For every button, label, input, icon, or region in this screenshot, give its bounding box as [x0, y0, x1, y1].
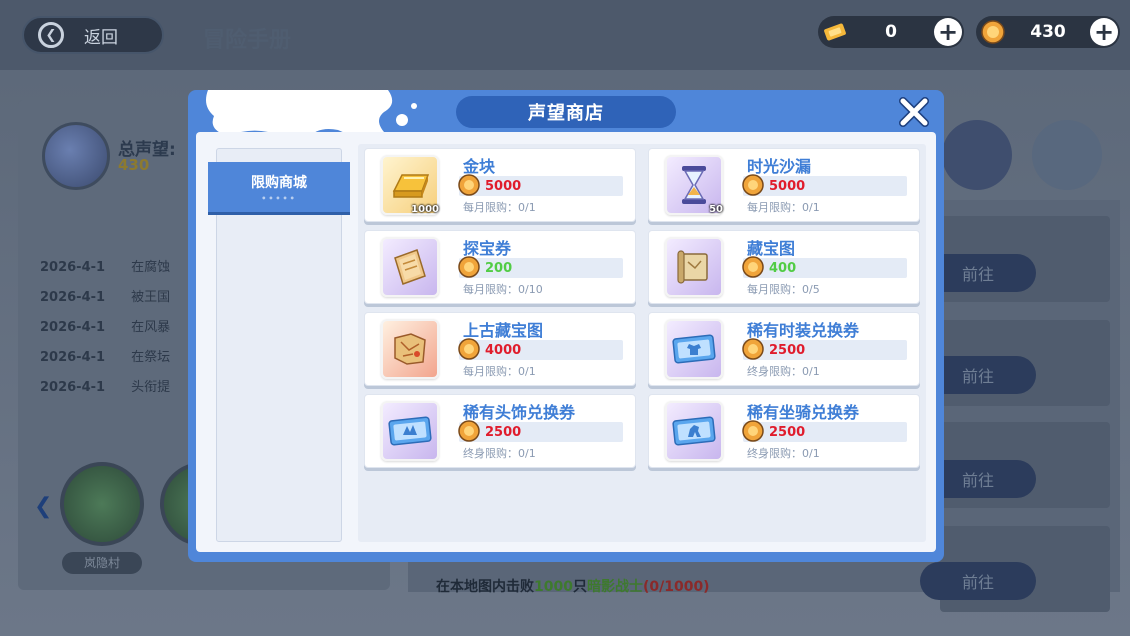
headwear-voucher-icon — [388, 416, 432, 446]
item-count: 1000 — [411, 204, 439, 215]
shop-item-card[interactable]: 稀有头饰兑换券 2500 终身限购：0/1 — [364, 394, 636, 468]
coin-icon — [981, 20, 1005, 44]
price-bar: 2500 — [742, 338, 907, 360]
purchase-limit: 每月限购：0/1 — [463, 201, 536, 214]
ticket-currency: 0 + — [818, 16, 964, 48]
map-thumbnail[interactable] — [60, 462, 144, 546]
purchase-limit: 终身限购：0/1 — [747, 447, 820, 460]
price-bar: 4000 — [458, 338, 623, 360]
item-price: 400 — [769, 260, 797, 276]
coin-icon — [742, 420, 764, 442]
purchase-limit: 每月限购：0/1 — [747, 201, 820, 214]
item-price: 5000 — [769, 178, 806, 194]
shop-item-card[interactable]: 上古藏宝图 4000 每月限购：0/1 — [364, 312, 636, 386]
shop-item-card[interactable]: 50 时光沙漏 5000 每月限购：0/1 — [648, 148, 920, 222]
purchase-limit: 每月限购：0/10 — [463, 283, 543, 296]
total-reputation-value: 430 — [118, 156, 150, 174]
reputation-shop-button[interactable] — [1032, 120, 1102, 190]
item-thumbnail — [665, 319, 723, 379]
avatar — [42, 122, 110, 190]
close-icon — [899, 97, 929, 127]
treasure-map-icon — [677, 250, 708, 284]
shop-item-card[interactable]: 稀有时装兑换券 2500 终身限购：0/1 — [648, 312, 920, 386]
back-button[interactable]: ❮ 返回 — [22, 16, 164, 54]
coin-currency: 430 + — [976, 16, 1120, 48]
page-title: 冒险手册 — [203, 27, 292, 53]
tab-label: 限购商城 — [251, 174, 307, 191]
item-price: 2500 — [769, 424, 806, 440]
item-price: 4000 — [485, 342, 522, 358]
coin-icon — [742, 338, 764, 360]
price-bar: 5000 — [458, 174, 623, 196]
go-button[interactable]: 前往 — [920, 562, 1036, 600]
shop-item-card[interactable]: 藏宝图 400 每月限购：0/5 — [648, 230, 920, 304]
item-price: 200 — [485, 260, 513, 276]
item-thumbnail — [381, 237, 439, 297]
add-coin-button[interactable]: + — [1090, 18, 1118, 46]
item-price: 5000 — [485, 178, 522, 194]
back-label: 返回 — [84, 27, 118, 48]
price-bar: 2500 — [742, 420, 907, 442]
log-entry: 2026-4-1 在风暴 — [40, 320, 171, 335]
item-thumbnail — [665, 237, 723, 297]
coin-count: 430 — [1030, 22, 1066, 42]
price-bar: 400 — [742, 256, 907, 278]
item-price: 2500 — [769, 342, 806, 358]
mount-voucher-icon — [672, 416, 716, 446]
price-bar: 200 — [458, 256, 623, 278]
tab-limited-shop[interactable]: 限购商城 ••••• — [208, 162, 350, 212]
purchase-limit: 每月限购：0/5 — [747, 283, 820, 296]
shop-item-card[interactable]: 探宝券 200 每月限购：0/10 — [364, 230, 636, 304]
shop-item-card[interactable]: 稀有坐骑兑换券 2500 终身限购：0/1 — [648, 394, 920, 468]
item-thumbnail: 50 — [665, 155, 723, 215]
ticket-icon — [824, 23, 846, 41]
log-entry: 2026-4-1 头衔提 — [40, 380, 171, 395]
coin-icon — [458, 256, 480, 278]
log-entry: 2026-4-1 被王国 — [40, 290, 171, 305]
log-entry: 2026-4-1 在腐蚀 — [40, 260, 171, 275]
price-bar: 5000 — [742, 174, 907, 196]
modal-title: 声望商店 — [456, 96, 676, 128]
costume-voucher-icon — [672, 334, 716, 364]
add-ticket-button[interactable]: + — [934, 18, 962, 46]
purchase-limit: 每月限购：0/1 — [463, 365, 536, 378]
chevron-left-icon[interactable]: ❮ — [34, 494, 52, 519]
bottom-task-text: 在本地图内击败1000只暗影战士(0/1000) — [436, 579, 710, 595]
back-arrow-icon: ❮ — [38, 22, 64, 48]
ticket-count: 0 — [885, 22, 897, 42]
item-thumbnail — [381, 401, 439, 461]
coin-icon — [742, 174, 764, 196]
coin-icon — [458, 420, 480, 442]
hourglass-icon — [682, 166, 706, 204]
ancient-map-icon — [394, 333, 426, 365]
reputation-shop-modal: 声望商店 限购商城 ••••• 1000 金块 5000 每月限购：0/1 50… — [188, 90, 944, 562]
shop-item-card[interactable]: 1000 金块 5000 每月限购：0/1 — [364, 148, 636, 222]
close-button[interactable] — [894, 92, 934, 132]
coin-icon — [458, 174, 480, 196]
item-count: 50 — [709, 204, 723, 215]
claimed-badge — [942, 120, 1012, 190]
gold-bar-icon — [392, 174, 430, 198]
log-entry: 2026-4-1 在祭坛 — [40, 350, 171, 365]
coin-icon — [458, 338, 480, 360]
item-thumbnail: 1000 — [381, 155, 439, 215]
map-label: 岚隐村 — [62, 552, 142, 574]
coin-icon — [742, 256, 764, 278]
treasure-ticket-icon — [394, 249, 426, 285]
item-thumbnail — [665, 401, 723, 461]
tab-dots: ••••• — [261, 193, 297, 203]
item-price: 2500 — [485, 424, 522, 440]
purchase-limit: 终身限购：0/1 — [463, 447, 536, 460]
price-bar: 2500 — [458, 420, 623, 442]
purchase-limit: 终身限购：0/1 — [747, 365, 820, 378]
item-thumbnail — [381, 319, 439, 379]
